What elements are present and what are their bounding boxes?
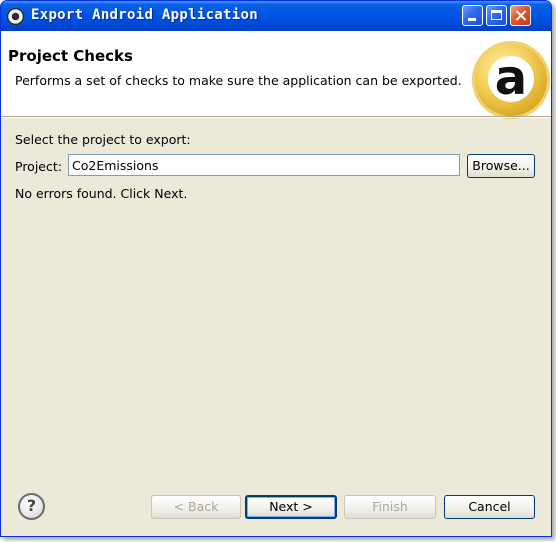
browse-button[interactable]: Browse...	[467, 154, 535, 178]
maximize-button[interactable]	[486, 5, 507, 26]
export-dialog: Export Android Application Project Check…	[0, 0, 552, 537]
banner-separator	[1, 116, 551, 118]
page-description: Performs a set of checks to make sure th…	[15, 73, 462, 88]
project-input[interactable]	[68, 154, 460, 176]
page-title: Project Checks	[8, 47, 133, 65]
next-button[interactable]: Next >	[245, 495, 337, 519]
finish-button[interactable]: Finish	[344, 495, 436, 519]
project-label: Project:	[15, 159, 62, 174]
title-bar[interactable]: Export Android Application	[1, 1, 551, 31]
eclipse-app-icon	[7, 8, 24, 25]
help-icon[interactable]: ?	[18, 493, 45, 520]
window-title: Export Android Application	[31, 7, 258, 23]
android-adt-badge-icon: a	[472, 41, 550, 119]
back-button[interactable]: < Back	[151, 495, 241, 519]
cancel-button[interactable]: Cancel	[444, 495, 535, 519]
select-project-label: Select the project to export:	[15, 132, 191, 147]
wizard-banner: Project Checks Performs a set of checks …	[1, 31, 551, 119]
status-message: No errors found. Click Next.	[15, 186, 188, 201]
badge-center: a	[488, 50, 534, 106]
minimize-button[interactable]	[462, 5, 483, 26]
close-button[interactable]	[510, 5, 531, 26]
badge-glyph: a	[494, 50, 528, 106]
